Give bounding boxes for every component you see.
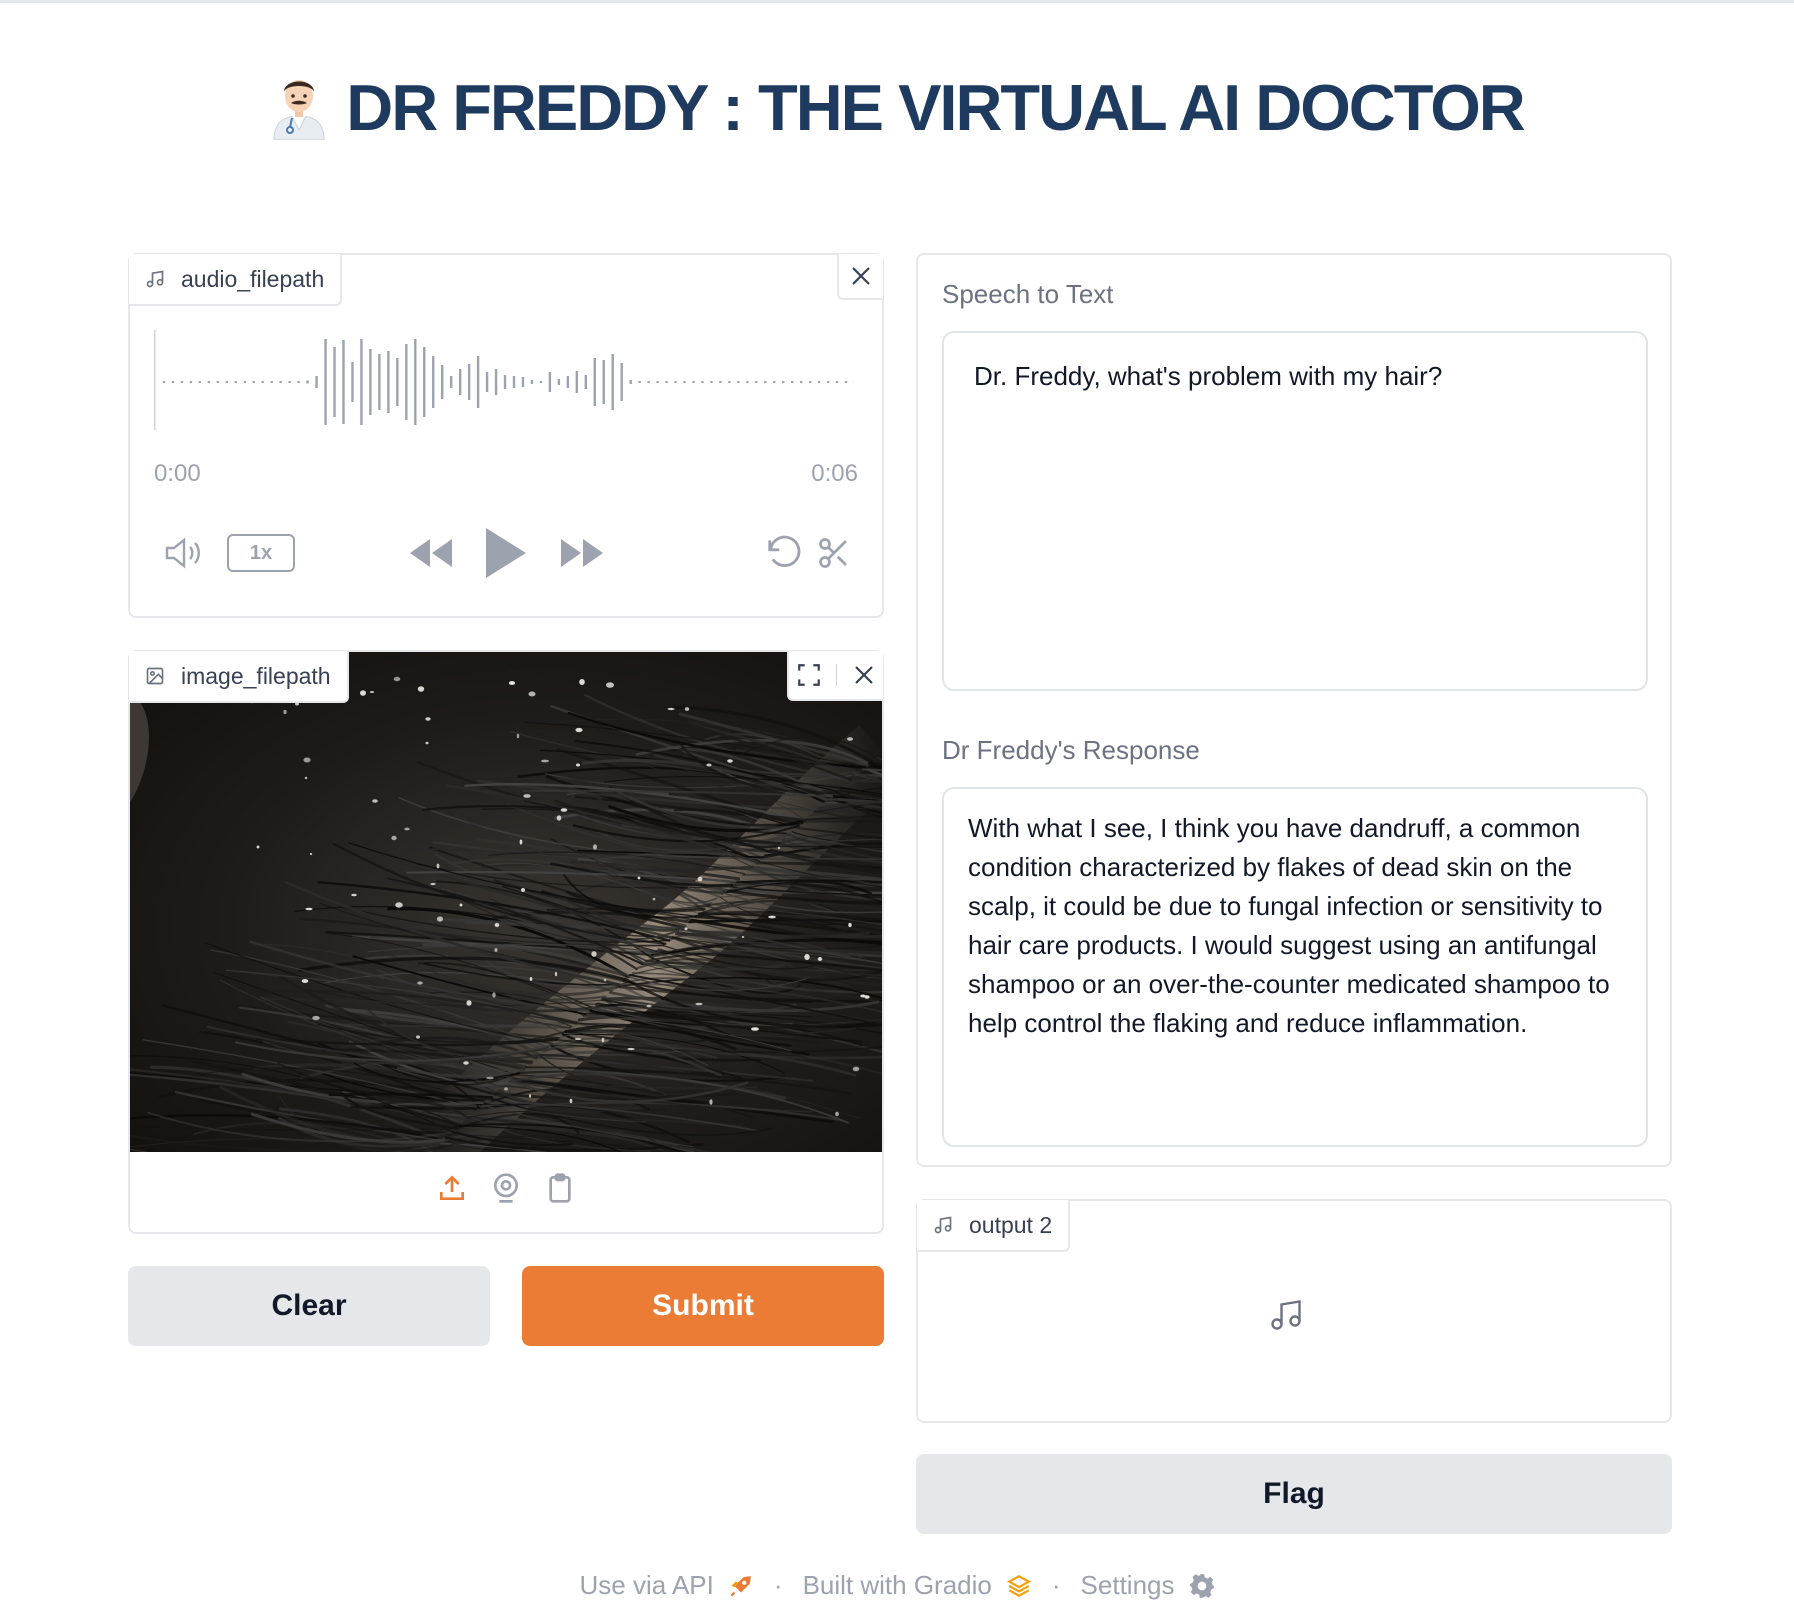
music-note-icon	[934, 1216, 952, 1234]
scissors-icon	[819, 538, 847, 568]
playback-speed-button[interactable]: 1x	[227, 534, 295, 572]
clear-button[interactable]: Clear	[128, 1266, 490, 1346]
webcam-icon	[494, 1173, 518, 1203]
fullscreen-button[interactable]	[796, 662, 822, 688]
music-note-icon	[1271, 1300, 1301, 1330]
audio-output-panel: output 2	[916, 1199, 1672, 1423]
close-icon	[852, 267, 870, 285]
settings-label: Settings	[1080, 1570, 1175, 1600]
footer: Use via API · Built with Gradio · Settin…	[0, 1570, 1794, 1601]
upload-icon	[440, 1175, 464, 1200]
fast-forward-button[interactable]	[558, 535, 606, 571]
response-label: Dr Freddy's Response	[942, 735, 1200, 765]
use-via-api-label: Use via API	[579, 1570, 714, 1600]
rewind-button[interactable]	[407, 535, 455, 571]
image-source-selector	[130, 1172, 882, 1204]
fullscreen-icon	[798, 664, 820, 686]
built-with-gradio-link[interactable]: Built with Gradio	[803, 1570, 1032, 1601]
image-input-panel: image_filepath	[128, 650, 884, 1234]
trim-audio-button[interactable]	[814, 533, 854, 573]
settings-link[interactable]: Settings	[1081, 1570, 1215, 1601]
speech-to-text-textbox[interactable]: Dr. Freddy, what's problem with my hair?	[942, 331, 1648, 691]
rewind-icon	[410, 539, 452, 567]
reset-audio-button[interactable]	[764, 533, 804, 573]
page-title-text: DR FREDDY : THE VIRTUAL AI DOCTOR	[346, 71, 1525, 144]
webcam-source-button[interactable]	[490, 1172, 522, 1204]
close-icon	[855, 666, 873, 684]
play-button[interactable]	[483, 525, 529, 581]
built-with-gradio-label: Built with Gradio	[802, 1570, 992, 1600]
volume-button[interactable]	[164, 535, 204, 571]
audio-input-panel: audio_filepath 0:00 0:06 1x	[128, 253, 884, 618]
image-label-tag: image_filepath	[129, 651, 349, 703]
empty-audio-placeholder	[1268, 1297, 1304, 1338]
output2-label-tag: output 2	[917, 1200, 1071, 1252]
audio-label: audio_filepath	[181, 265, 325, 292]
music-note-icon	[146, 270, 164, 288]
top-divider	[0, 0, 1794, 3]
rocket-icon	[730, 1575, 751, 1597]
image-toolbar	[787, 651, 883, 701]
use-via-api-link[interactable]: Use via API	[579, 1570, 753, 1601]
flag-button[interactable]: Flag	[916, 1454, 1672, 1534]
gear-icon	[1189, 1573, 1214, 1598]
undo-icon	[768, 535, 801, 567]
audio-clear-button[interactable]	[837, 254, 883, 300]
speech-to-text-label: Speech to Text	[942, 279, 1114, 309]
volume-icon	[165, 537, 200, 569]
toolbar-divider	[836, 664, 838, 686]
gradio-logo-icon	[1006, 1574, 1031, 1597]
fast-forward-icon	[561, 539, 603, 567]
clipboard-source-button[interactable]	[544, 1172, 576, 1204]
image-label: image_filepath	[181, 662, 331, 689]
image-clear-button[interactable]	[852, 663, 876, 687]
doctor-emoji-icon	[270, 72, 328, 141]
footer-separator: ·	[1051, 1570, 1061, 1600]
submit-button[interactable]: Submit	[522, 1266, 884, 1346]
audio-time-end: 0:06	[811, 460, 858, 487]
footer-separator: ·	[773, 1570, 783, 1600]
output-text-panel: Speech to Text Dr. Freddy, what's proble…	[916, 253, 1672, 1167]
audio-waveform[interactable]	[154, 330, 854, 440]
speech-to-text-value: Dr. Freddy, what's problem with my hair?	[974, 361, 1443, 391]
audio-time-start: 0:00	[154, 460, 201, 487]
response-value: With what I see, I think you have dandru…	[968, 813, 1610, 1038]
output2-label: output 2	[969, 1211, 1053, 1238]
clipboard-icon	[549, 1173, 571, 1203]
upload-source-button[interactable]	[436, 1172, 468, 1204]
image-icon	[146, 667, 164, 685]
play-icon	[486, 528, 526, 578]
response-textbox[interactable]: With what I see, I think you have dandru…	[942, 787, 1648, 1147]
audio-label-tag: audio_filepath	[129, 254, 343, 306]
page-title: DR FREDDY : THE VIRTUAL AI DOCTOR	[0, 70, 1794, 145]
uploaded-scalp-image	[130, 652, 882, 1152]
